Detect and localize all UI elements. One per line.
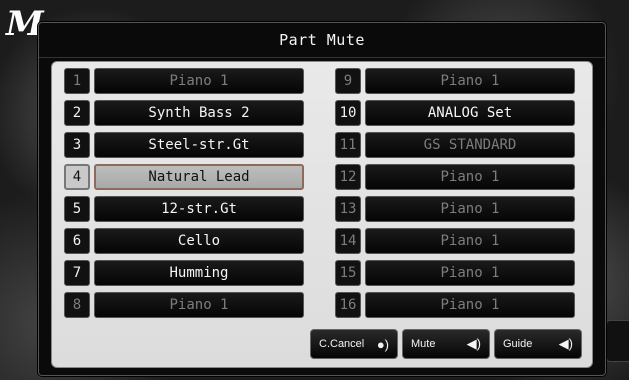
part-number: 2 bbox=[64, 100, 90, 126]
part-number: 8 bbox=[64, 292, 90, 318]
cancel-button-label: C.Cancel bbox=[319, 338, 365, 350]
part-row[interactable]: 10 ANALOG Set bbox=[335, 100, 575, 128]
person-speaker-icon: ●) bbox=[376, 336, 389, 352]
part-name-button[interactable]: Piano 1 bbox=[365, 260, 575, 286]
part-row[interactable]: 4 Natural Lead bbox=[64, 164, 304, 192]
mute-button-label: Mute bbox=[411, 338, 436, 350]
part-number: 16 bbox=[335, 292, 361, 318]
parts-column-left: 1 Piano 1 2 Synth Bass 2 3 Steel-str.Gt 4 Natur… bbox=[64, 68, 304, 324]
part-number: 1 bbox=[64, 68, 90, 94]
part-number: 4 bbox=[64, 164, 90, 190]
part-name-button[interactable]: Piano 1 bbox=[365, 196, 575, 222]
part-number: 11 bbox=[335, 132, 361, 158]
part-row[interactable]: 11 GS STANDARD bbox=[335, 132, 575, 160]
speaker-icon: ◀) bbox=[558, 336, 573, 351]
speaker-muted-icon: ◀) bbox=[466, 336, 481, 351]
part-name-button[interactable]: Natural Lead bbox=[94, 164, 304, 190]
part-name-button[interactable]: Piano 1 bbox=[365, 228, 575, 254]
part-name-button[interactable]: Steel-str.Gt bbox=[94, 132, 304, 158]
mute-button[interactable]: Mute ◀) bbox=[402, 329, 490, 359]
part-row[interactable]: 13 Piano 1 bbox=[335, 196, 575, 224]
part-name-button[interactable]: Humming bbox=[94, 260, 304, 286]
part-name-button[interactable]: Cello bbox=[94, 228, 304, 254]
part-row[interactable]: 14 Piano 1 bbox=[335, 228, 575, 256]
part-number: 7 bbox=[64, 260, 90, 286]
part-name-button[interactable]: Synth Bass 2 bbox=[94, 100, 304, 126]
dialog-title: Part Mute bbox=[39, 23, 605, 58]
part-number: 12 bbox=[335, 164, 361, 190]
side-tab[interactable] bbox=[606, 320, 629, 362]
part-name-button[interactable]: Piano 1 bbox=[94, 68, 304, 94]
part-name-button[interactable]: GS STANDARD bbox=[365, 132, 575, 158]
part-number: 3 bbox=[64, 132, 90, 158]
part-name-button[interactable]: Piano 1 bbox=[365, 292, 575, 318]
part-row[interactable]: 5 12-str.Gt bbox=[64, 196, 304, 224]
part-row[interactable]: 15 Piano 1 bbox=[335, 260, 575, 288]
part-mute-dialog: Part Mute 1 Piano 1 2 Synth Bass 2 3 Steel-st… bbox=[38, 22, 606, 376]
action-buttons: C.Cancel ●) Mute ◀) Guide ◀) bbox=[310, 329, 582, 359]
part-row[interactable]: 12 Piano 1 bbox=[335, 164, 575, 192]
part-number: 14 bbox=[335, 228, 361, 254]
part-number: 9 bbox=[335, 68, 361, 94]
part-name-button[interactable]: Piano 1 bbox=[94, 292, 304, 318]
part-row[interactable]: 2 Synth Bass 2 bbox=[64, 100, 304, 128]
part-number: 13 bbox=[335, 196, 361, 222]
part-row[interactable]: 7 Humming bbox=[64, 260, 304, 288]
guide-button[interactable]: Guide ◀) bbox=[494, 329, 582, 359]
part-row[interactable]: 3 Steel-str.Gt bbox=[64, 132, 304, 160]
part-name-button[interactable]: ANALOG Set bbox=[365, 100, 575, 126]
part-name-button[interactable]: Piano 1 bbox=[365, 68, 575, 94]
part-row[interactable]: 16 Piano 1 bbox=[335, 292, 575, 320]
part-number: 5 bbox=[64, 196, 90, 222]
guide-button-label: Guide bbox=[503, 338, 533, 350]
part-row[interactable]: 8 Piano 1 bbox=[64, 292, 304, 320]
part-row[interactable]: 9 Piano 1 bbox=[335, 68, 575, 96]
part-number: 15 bbox=[335, 260, 361, 286]
part-number: 10 bbox=[335, 100, 361, 126]
parts-panel: 1 Piano 1 2 Synth Bass 2 3 Steel-str.Gt 4 Natur… bbox=[51, 61, 593, 368]
part-name-button[interactable]: Piano 1 bbox=[365, 164, 575, 190]
part-number: 6 bbox=[64, 228, 90, 254]
part-row[interactable]: 1 Piano 1 bbox=[64, 68, 304, 96]
cancel-button[interactable]: C.Cancel ●) bbox=[310, 329, 398, 359]
part-row[interactable]: 6 Cello bbox=[64, 228, 304, 256]
parts-column-right: 9 Piano 1 10 ANALOG Set 11 GS STANDARD 12 Piano… bbox=[335, 68, 575, 324]
part-name-button[interactable]: 12-str.Gt bbox=[94, 196, 304, 222]
